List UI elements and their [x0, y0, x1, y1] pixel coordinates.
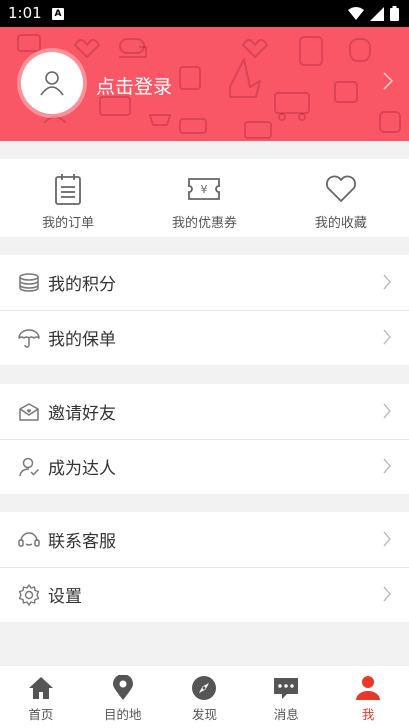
- coupon-icon: ¥: [187, 172, 221, 206]
- my-favorites-label: 我的收藏: [314, 216, 367, 231]
- invite-mail-icon: [18, 401, 40, 423]
- profile-header[interactable]: 点击登录: [0, 27, 409, 141]
- wifi-icon: [348, 6, 364, 20]
- chevron-right-icon: [383, 586, 391, 602]
- my-coupons-button[interactable]: ¥ 我的优惠券: [136, 159, 272, 237]
- chevron-right-icon: [383, 531, 391, 547]
- tab-home[interactable]: 首页: [0, 666, 82, 728]
- headset-icon: [18, 529, 40, 551]
- my-favorites-button[interactable]: 我的收藏: [273, 159, 409, 237]
- menu-item-label: 联系客服: [48, 532, 116, 552]
- menu-item-label: 设置: [48, 587, 82, 607]
- menu-item-customer-service[interactable]: 联系客服: [0, 512, 409, 567]
- signal-icon: [370, 6, 384, 21]
- chat-icon: [273, 675, 299, 701]
- menu-item-invite-friends[interactable]: 邀请好友: [0, 384, 409, 439]
- battery-icon: [390, 6, 399, 21]
- tab-messages[interactable]: 消息: [245, 666, 327, 728]
- my-orders-label: 我的订单: [42, 216, 95, 231]
- login-link[interactable]: 点击登录: [96, 72, 172, 99]
- avatar[interactable]: [21, 52, 83, 114]
- menu-item-label: 成为达人: [48, 459, 116, 479]
- tab-discover[interactable]: 发现: [164, 666, 246, 728]
- tab-label: 发现: [191, 707, 217, 722]
- umbrella-icon: [18, 327, 40, 349]
- menu-item-label: 我的保单: [48, 330, 116, 350]
- compass-icon: [191, 675, 217, 701]
- menu-item-label: 邀请好友: [48, 404, 116, 424]
- tab-me[interactable]: 我: [327, 666, 409, 728]
- menu-group-support: 联系客服 设置: [0, 512, 409, 622]
- chevron-right-icon: [383, 403, 391, 419]
- chevron-right-icon: [383, 274, 391, 290]
- menu-group-points: 我的积分 我的保单: [0, 255, 409, 365]
- quick-actions: 我的订单 ¥ 我的优惠券 我的收藏: [0, 159, 409, 237]
- menu-item-become-expert[interactable]: 成为达人: [0, 439, 409, 494]
- chevron-right-icon: [383, 72, 393, 90]
- chevron-right-icon: [383, 458, 391, 474]
- menu-item-label: 我的积分: [48, 275, 116, 295]
- tab-label: 我: [361, 707, 375, 722]
- location-pin-icon: [110, 675, 136, 701]
- status-icons: [348, 6, 399, 21]
- menu-group-social: 邀请好友 成为达人: [0, 384, 409, 494]
- tab-label: 首页: [28, 707, 54, 722]
- user-check-icon: [18, 456, 40, 478]
- home-icon: [28, 675, 54, 701]
- notification-badge: A: [52, 8, 64, 20]
- my-orders-button[interactable]: 我的订单: [0, 159, 136, 237]
- chevron-right-icon: [383, 329, 391, 345]
- tab-label: 消息: [273, 707, 299, 722]
- user-avatar-icon: [40, 71, 64, 96]
- tab-label: 目的地: [103, 707, 142, 722]
- gear-icon: [18, 583, 40, 606]
- bottom-tab-bar: 首页 目的地 发现 消息 我: [0, 665, 409, 728]
- my-coupons-label: 我的优惠券: [171, 216, 237, 231]
- status-time: 1:01: [8, 4, 42, 22]
- menu-item-settings[interactable]: 设置: [0, 567, 409, 622]
- svg-text:¥: ¥: [201, 183, 208, 196]
- person-icon: [355, 675, 381, 701]
- menu-item-points[interactable]: 我的积分: [0, 255, 409, 310]
- status-bar: 1:01 A: [0, 0, 409, 27]
- tab-destination[interactable]: 目的地: [82, 666, 164, 728]
- coins-icon: [18, 272, 40, 294]
- clipboard-icon: [51, 172, 85, 206]
- heart-icon: [324, 172, 358, 206]
- menu-item-policies[interactable]: 我的保单: [0, 310, 409, 365]
